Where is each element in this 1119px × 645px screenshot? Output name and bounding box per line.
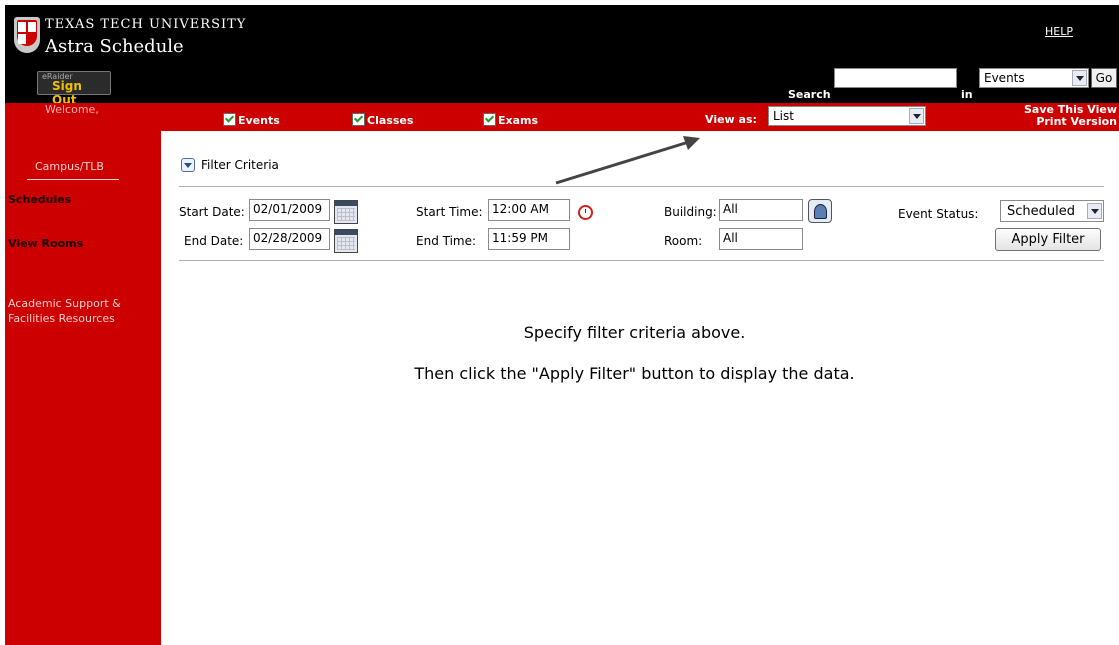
start-time-label: Start Time: (416, 205, 483, 219)
checkbox-checked-icon (223, 113, 236, 126)
apply-filter-button[interactable]: Apply Filter (995, 228, 1101, 251)
view-as-select[interactable]: List (768, 106, 926, 126)
chevron-down-icon (1087, 203, 1102, 219)
end-time-field[interactable]: 11:59 PM (488, 228, 570, 250)
classes-label: Classes (367, 114, 414, 127)
end-date-label: End Date: (184, 234, 244, 248)
filter-criteria-label: Filter Criteria (201, 158, 279, 172)
sidebar-divider (27, 179, 119, 180)
search-scope-value: Events (984, 71, 1025, 85)
instruction-text-1: Specify filter criteria above. (523, 323, 746, 342)
view-as-value: List (773, 109, 794, 123)
end-date-calendar-icon[interactable] (334, 229, 358, 253)
help-link[interactable]: HELP (1045, 25, 1073, 38)
sidebar-item-academic-support[interactable]: Academic Support & Facilities Resources (8, 296, 158, 326)
room-field[interactable]: All (719, 228, 803, 250)
start-date-field[interactable]: 02/01/2009 (249, 199, 330, 221)
search-scope-select[interactable]: Events (979, 68, 1089, 88)
university-name: TEXAS TECH UNIVERSITY (45, 17, 247, 32)
event-status-label: Event Status: (898, 207, 979, 221)
classes-checkbox[interactable]: Classes (352, 113, 413, 127)
view-toolbar: Welcome, Events Classes Exams View as: L… (5, 103, 1119, 131)
academic-line-1: Academic Support & (8, 297, 121, 310)
start-date-label: Start Date: (179, 205, 245, 219)
chevron-down-icon (1072, 70, 1087, 86)
building-label: Building: (664, 205, 717, 219)
start-time-field[interactable]: 12:00 AM (488, 199, 570, 221)
event-status-value: Scheduled (1007, 204, 1075, 219)
sidebar-item-schedules[interactable]: Schedules (8, 193, 71, 206)
building-field[interactable]: All (719, 199, 803, 221)
end-date-field[interactable]: 02/28/2009 (249, 228, 330, 250)
print-version-link[interactable]: Print Version (1036, 115, 1117, 128)
end-time-label: End Time: (416, 234, 477, 248)
instruction-text-2: Then click the "Apply Filter" button to … (414, 364, 855, 383)
search-input[interactable] (834, 68, 957, 88)
university-logo (14, 17, 40, 53)
building-lookup-icon[interactable] (808, 199, 832, 223)
signout-button[interactable]: eRaider Sign Out (37, 71, 111, 107)
go-button[interactable]: Go (1091, 68, 1117, 88)
view-as-label: View as: (705, 113, 757, 126)
sidebar-item-view-rooms[interactable]: View Rooms (8, 237, 83, 250)
sidebar: Campus/TLB Schedules View Rooms Academic… (5, 131, 161, 645)
sidebar-campus-link[interactable]: Campus/TLB (35, 160, 104, 173)
events-label: Events (238, 114, 280, 127)
exams-label: Exams (498, 114, 539, 127)
annotation-arrow-icon (555, 136, 700, 185)
clock-icon[interactable] (578, 205, 593, 220)
filter-toggle-icon[interactable] (181, 158, 195, 172)
search-in-label: in (961, 88, 973, 101)
welcome-text: Welcome, (45, 103, 99, 116)
search-label: Search (788, 88, 831, 101)
checkbox-checked-icon (483, 113, 496, 126)
chevron-down-icon (909, 108, 924, 124)
checkbox-checked-icon (352, 113, 365, 126)
room-label: Room: (664, 234, 703, 248)
filter-bottom-divider (179, 260, 1104, 261)
exams-checkbox[interactable]: Exams (483, 113, 538, 127)
start-date-calendar-icon[interactable] (334, 200, 358, 224)
app-title: Astra Schedule (45, 36, 184, 57)
event-status-select[interactable]: Scheduled (1000, 200, 1104, 222)
events-checkbox[interactable]: Events (223, 113, 280, 127)
header-bar: TEXAS TECH UNIVERSITY Astra Schedule eRa… (5, 5, 1119, 107)
